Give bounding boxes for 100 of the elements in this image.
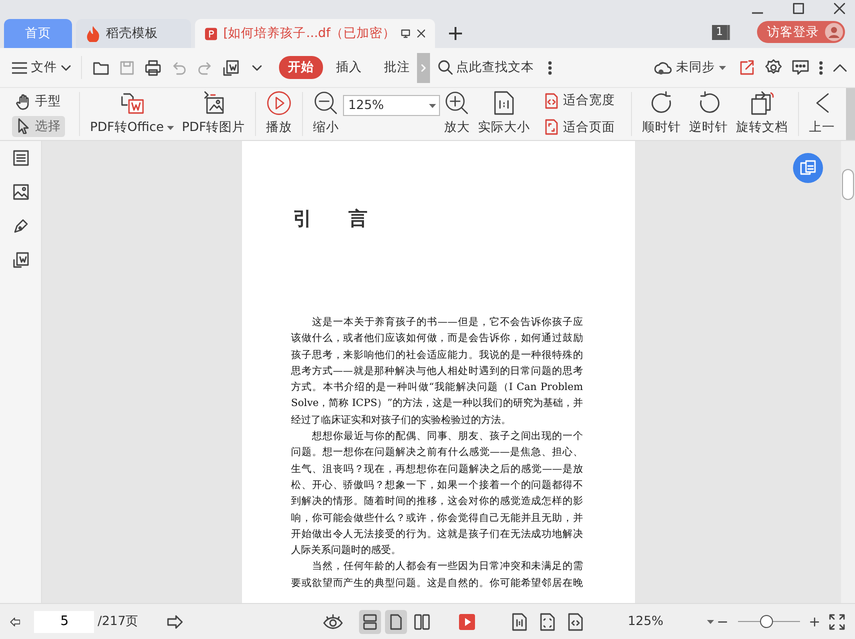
fullscreen-icon[interactable] <box>829 614 845 630</box>
chevron-right-icon <box>421 64 426 72</box>
zoom-dropdown[interactable]: 125% <box>624 610 718 633</box>
arrow-left-icon[interactable] <box>10 614 20 628</box>
rotate-clockwise-icon <box>650 91 674 116</box>
play-icon[interactable] <box>458 614 475 630</box>
cursor-icon <box>16 118 31 134</box>
tab-count-badge[interactable]: 1 <box>712 24 730 40</box>
rotate-document-icon <box>750 91 774 116</box>
text-line: 松、开心、骄傲吗？想象一下，如果一个接着一个的问题都得不 <box>291 478 583 493</box>
export-icon[interactable] <box>223 60 239 76</box>
convert-icon <box>800 160 816 176</box>
list-icon[interactable] <box>12 150 28 166</box>
chevron-down-icon <box>61 64 71 70</box>
text-line: 方式。本书介绍的是一种叫做“我能解决问题（I Can Problem <box>291 380 583 396</box>
continuous-view-icon <box>360 612 379 630</box>
actual-size-icon[interactable] <box>510 612 528 630</box>
actual-size-button[interactable]: 实际大小 <box>474 91 534 137</box>
open-folder-icon[interactable] <box>93 60 109 76</box>
text-line: 要或欲望而产生的典型问题。这是自然的。你可能希望邻居在晚 <box>291 576 583 591</box>
previous-button[interactable]: 上一 <box>805 91 840 137</box>
page-number-field[interactable]: 5 <box>34 610 94 632</box>
scrollbar-thumb[interactable] <box>842 169 854 200</box>
caret-icon <box>429 104 436 108</box>
text-line: 经过了临床证实和对孩子们的实验检验过的方法。 <box>291 414 512 428</box>
zoom-in-button[interactable]: 放大 <box>440 91 474 137</box>
tool-button[interactable]: 选择 <box>12 116 65 137</box>
share-icon[interactable] <box>740 60 755 75</box>
rotate-button[interactable]: 旋转文档 <box>732 91 792 137</box>
more-icon[interactable] <box>819 60 823 74</box>
fit-width-icon[interactable] <box>566 612 584 630</box>
text-line: 到解决的情形。随着时间的推移，这会对你的感觉造成怎样的影 <box>291 494 583 510</box>
actual-size-icon <box>494 91 514 116</box>
text-line: 开始做出令人无法接受的行为。这就是孩子们在无法成功地解决 <box>291 528 583 542</box>
text-line: 该做什么，或者他们应该如何做，而是会告诉你，如何通过鼓励 <box>291 332 583 346</box>
comment-icon[interactable] <box>792 60 809 76</box>
text-line: 生气、沮丧吗？现在，再想想你在问题解决之后的感觉——是放 <box>291 462 583 477</box>
avatar-icon <box>825 23 843 41</box>
view-mode-button[interactable] <box>358 610 381 634</box>
view-mode-button[interactable] <box>384 610 407 634</box>
floating-button[interactable] <box>793 153 823 183</box>
zoom-in-icon <box>444 91 470 116</box>
login-button[interactable]: 访客登录 <box>757 21 845 43</box>
play-icon <box>266 91 292 116</box>
search-field[interactable]: 点此查找文本 <box>456 58 548 77</box>
tab[interactable]: [如何培养孩子...df（已加密） <box>195 19 435 48</box>
tool-button[interactable]: 手型 <box>12 91 65 112</box>
image-convert-icon <box>202 91 226 116</box>
zoom-out-button[interactable]: 缩小 <box>309 91 344 137</box>
image-icon[interactable] <box>12 184 28 200</box>
text-line: 思考方式——就是那种解决与他人相处时遇到的日常问题的思考 <box>291 364 583 379</box>
export-icon[interactable] <box>12 252 28 268</box>
more-icon[interactable] <box>548 60 552 74</box>
ribbon-tab[interactable]: 批注 <box>375 56 419 79</box>
ribbon-tab[interactable]: 开始 <box>279 56 323 79</box>
text-line: 当然，任何年龄的人都会有一些因为日常冲突和未满足的需 <box>311 560 583 574</box>
text-line: 问题。想一想你在问题解决之前有什么感觉——是焦急、担心、 <box>291 446 583 460</box>
text-line: 孩子思考，来影响他们的社会适应能力。我说的是一种很特殊的 <box>291 348 583 363</box>
collapse-icon[interactable] <box>833 64 847 72</box>
pdf-icon <box>205 26 218 42</box>
arrow-right-icon[interactable] <box>166 614 183 628</box>
fit-button[interactable]: 适合宽度 <box>540 90 620 111</box>
convert-button[interactable]: PDF转图片 <box>178 91 250 137</box>
text-line: 响，你可能会做些什么？或许，你会觉得自己无能并且无助，并 <box>291 512 583 526</box>
hand-icon <box>16 94 31 110</box>
slider-thumb[interactable] <box>760 615 773 628</box>
eye-icon[interactable] <box>322 614 343 630</box>
settings-icon[interactable] <box>765 59 782 76</box>
sync-button[interactable]: 未同步 <box>650 56 730 79</box>
maximize-icon[interactable] <box>793 3 804 14</box>
document-heading: 引 言 <box>293 207 369 231</box>
menu-icon <box>12 62 27 74</box>
plus-icon[interactable] <box>810 614 819 628</box>
convert-button[interactable]: PDF转Office <box>86 91 178 137</box>
fit-width-icon <box>544 92 560 109</box>
pen-icon[interactable] <box>12 218 28 234</box>
office-convert-icon <box>120 91 144 116</box>
search-icon <box>438 60 453 75</box>
text-line: 想想你最近与你的配偶、同事、朋友、孩子之间出现的一个 <box>311 430 583 444</box>
monitor-icon <box>401 28 411 39</box>
caret-icon <box>707 620 714 624</box>
zoom-select[interactable]: 125% <box>343 95 440 116</box>
play-button[interactable]: 播放 <box>262 91 296 137</box>
text-line: 人际关系问题时的感受。 <box>291 544 402 558</box>
ribbon-tab[interactable]: 插入 <box>327 56 371 79</box>
close-icon[interactable] <box>416 28 425 39</box>
fit-button[interactable]: 适合页面 <box>540 117 620 138</box>
close-icon[interactable] <box>834 3 845 14</box>
rotate-button[interactable]: 顺时针 <box>638 91 686 137</box>
arrow-left-icon <box>815 91 830 116</box>
print-icon[interactable] <box>145 60 161 76</box>
fit-page-icon[interactable] <box>538 612 556 630</box>
zoom-out-icon <box>313 91 340 116</box>
fit-page-icon <box>544 119 560 136</box>
caret-icon <box>719 66 726 70</box>
rotate-button[interactable]: 逆时针 <box>685 91 732 137</box>
file-menu[interactable]: 文件 <box>8 56 75 79</box>
tab[interactable]: 稻壳模板 <box>76 19 191 48</box>
text-line: 这是一本关于养育孩子的书——但是，它不会告诉你孩子应 <box>311 316 583 330</box>
plus-icon[interactable] <box>449 27 462 40</box>
